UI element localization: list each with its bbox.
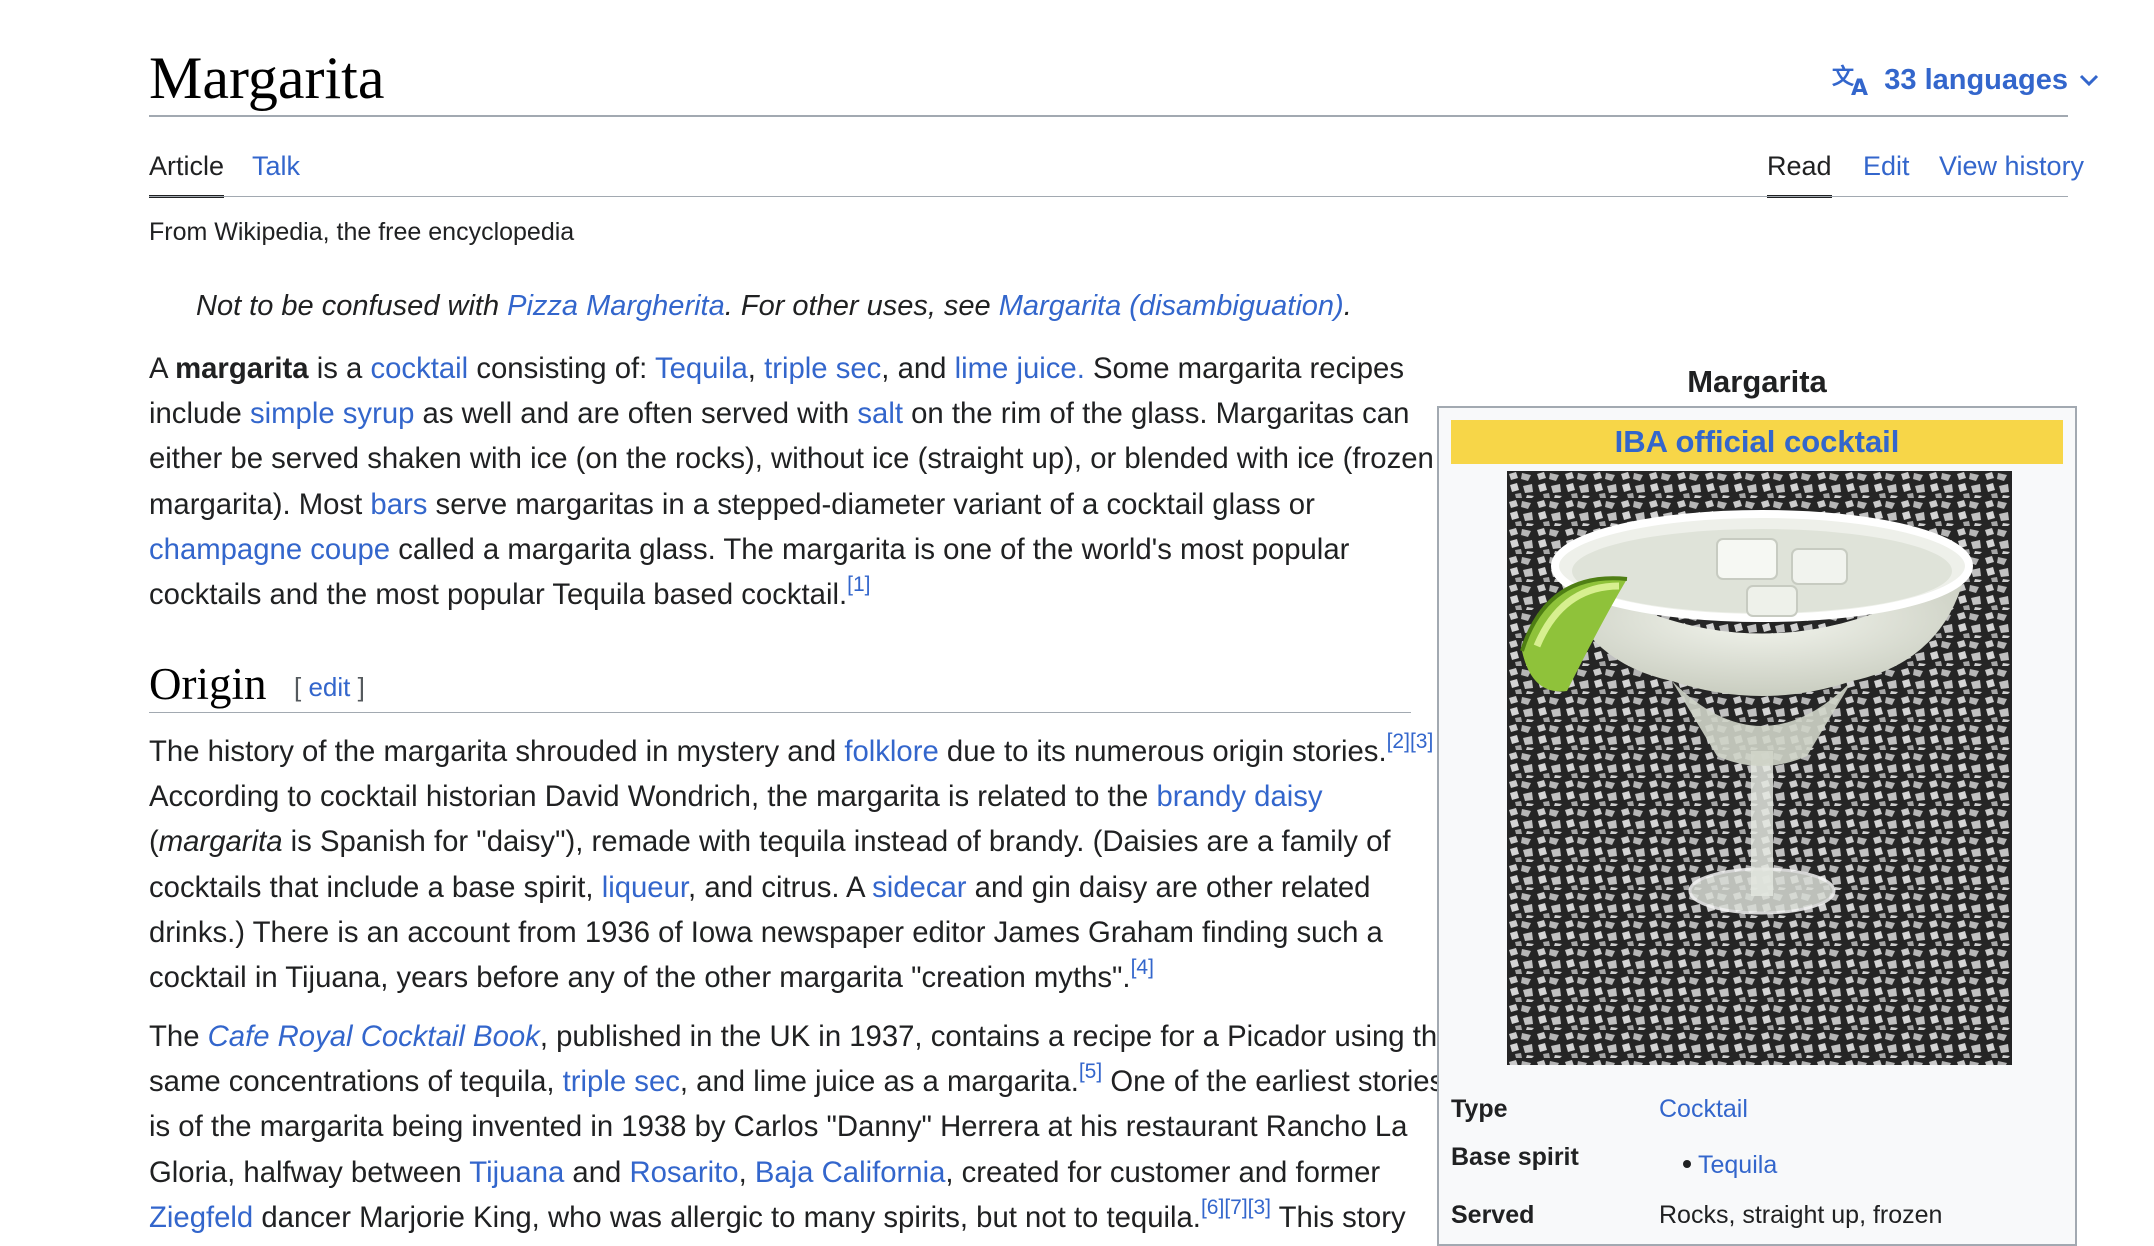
base-spirit-value: Tequila	[1683, 1148, 1777, 1182]
tabs-divider	[149, 196, 2068, 197]
infobox: IBA official cocktail Type Cocktail Base…	[1437, 406, 2077, 1246]
ziegfeld-link[interactable]: Ziegfeld	[149, 1201, 253, 1234]
bullet-icon	[1683, 1160, 1691, 1169]
tab-view-history[interactable]: View history	[1939, 148, 2084, 184]
infobox-header[interactable]: IBA official cocktail	[1451, 420, 2063, 464]
tab-edit[interactable]: Edit	[1863, 148, 1910, 184]
svg-text:A: A	[1851, 76, 1868, 98]
type-value-link[interactable]: Cocktail	[1659, 1092, 1748, 1126]
tab-talk[interactable]: Talk	[252, 148, 300, 184]
citation-link[interactable]: [5]	[1079, 1060, 1102, 1083]
intro-paragraph: A margarita is a cocktail consisting of:…	[149, 352, 1434, 612]
brandy-daisy-link[interactable]: brandy daisy	[1156, 780, 1322, 813]
hatnote-text: .	[1343, 290, 1352, 322]
bold-term: margarita	[175, 352, 309, 385]
tequila-link[interactable]: Tequila	[655, 352, 748, 385]
citation-link[interactable]: [6]	[1201, 1196, 1224, 1219]
section-heading-origin: Origin	[149, 659, 267, 709]
site-tagline: From Wikipedia, the free encyclopedia	[149, 218, 575, 246]
cafe-royal-link[interactable]: Cafe Royal Cocktail Book	[208, 1020, 540, 1053]
chevron-down-icon	[2079, 74, 2099, 87]
salt-link[interactable]: salt	[857, 397, 903, 430]
folklore-link[interactable]: folklore	[844, 735, 938, 768]
section-divider	[149, 712, 1411, 713]
liqueur-link[interactable]: liqueur	[602, 871, 688, 904]
page-title: Margarita	[149, 45, 385, 111]
infobox-label: Base spirit	[1451, 1143, 1579, 1171]
origin-paragraph-1: The history of the margarita shrouded in…	[149, 730, 1434, 995]
bars-link[interactable]: bars	[370, 488, 427, 521]
title-divider	[149, 115, 2068, 117]
citation-link[interactable]: [3]	[1410, 730, 1433, 753]
italic-term: margarita	[158, 825, 283, 859]
infobox-caption: Margarita	[1687, 364, 1827, 399]
hatnote-text: . For other uses, see	[724, 290, 999, 322]
disambiguation-link[interactable]: Margarita (disambiguation)	[999, 290, 1344, 322]
languages-button[interactable]: 文 A 33 languages	[1832, 58, 2100, 102]
margarita-image[interactable]	[1507, 471, 2012, 1065]
citation-link[interactable]: [3]	[1248, 1196, 1271, 1219]
lime-juice-link[interactable]: lime juice.	[955, 352, 1085, 385]
hatnote: Not to be confused with Pizza Margherita…	[196, 288, 1352, 324]
served-value: Rocks, straight up, frozen	[1659, 1201, 1943, 1229]
section-edit: [ edit ]	[294, 672, 365, 702]
rosarito-link[interactable]: Rosarito	[629, 1156, 738, 1189]
simple-syrup-link[interactable]: simple syrup	[250, 397, 414, 430]
infobox-label: Served	[1451, 1201, 1535, 1229]
edit-section-link[interactable]: edit	[308, 672, 350, 702]
citation-link[interactable]: [2]	[1387, 730, 1410, 753]
infobox-label: Type	[1451, 1095, 1508, 1123]
cocktail-link[interactable]: cocktail	[370, 352, 468, 385]
tab-read[interactable]: Read	[1767, 148, 1832, 198]
triple-sec-link[interactable]: triple sec	[764, 352, 881, 385]
citation-link[interactable]: [7]	[1224, 1196, 1247, 1219]
tab-article[interactable]: Article	[149, 148, 225, 198]
translate-icon: 文 A	[1832, 64, 1868, 98]
triple-sec-link[interactable]: triple sec	[563, 1065, 680, 1098]
tijuana-link[interactable]: Tijuana	[469, 1156, 564, 1189]
citation-link[interactable]: [4]	[1131, 956, 1154, 979]
champagne-coupe-link[interactable]: champagne coupe	[149, 533, 390, 566]
sidecar-link[interactable]: sidecar	[872, 871, 966, 904]
tequila-link[interactable]: Tequila	[1698, 1151, 1777, 1179]
languages-label: 33 languages	[1884, 63, 2068, 96]
hatnote-text: Not to be confused with	[196, 290, 508, 322]
baja-california-link[interactable]: Baja California	[755, 1156, 946, 1189]
pizza-margherita-link[interactable]: Pizza Margherita	[507, 290, 725, 322]
citation-link[interactable]: [1]	[847, 573, 870, 596]
origin-paragraph-2: The Cafe Royal Cocktail Book, published …	[149, 1020, 1454, 1234]
